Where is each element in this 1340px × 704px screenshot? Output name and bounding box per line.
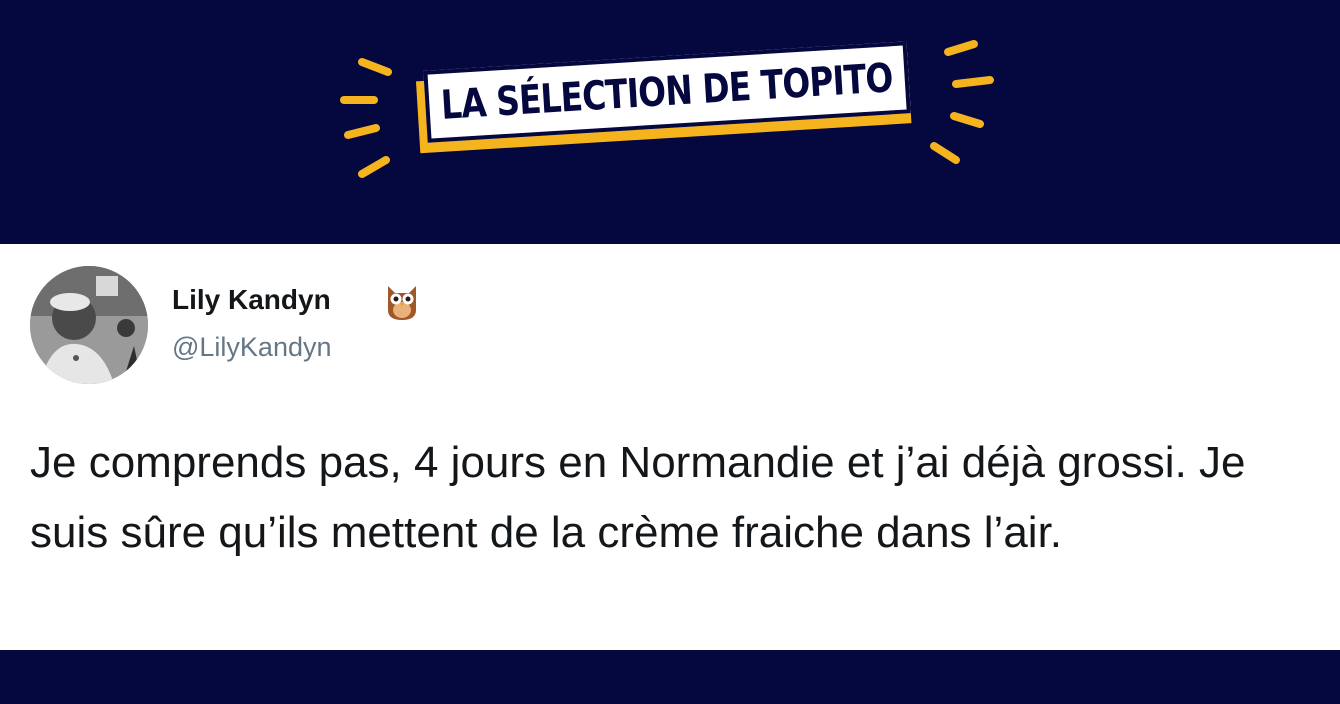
tweet-text: Je comprends pas, 4 jours en Normandie e… bbox=[30, 438, 1246, 557]
author-handle[interactable]: @LilyKandyn bbox=[172, 332, 332, 363]
topito-tweet-card-page: LA SÉLECTION DE TOPITO Lily Kandyn @Lily… bbox=[0, 0, 1340, 704]
author-name[interactable]: Lily Kandyn bbox=[172, 284, 331, 316]
owl-emoji-icon bbox=[388, 286, 416, 320]
avatar[interactable] bbox=[30, 266, 148, 384]
tweet-card: Lily Kandyn @LilyKandyn Je comprends pas… bbox=[0, 244, 1340, 650]
selection-label-text: LA SÉLECTION DE TOPITO bbox=[440, 55, 895, 129]
footer-band bbox=[0, 650, 1340, 704]
header-banner: LA SÉLECTION DE TOPITO bbox=[0, 0, 1340, 244]
profile-photo-avatar bbox=[30, 266, 148, 384]
